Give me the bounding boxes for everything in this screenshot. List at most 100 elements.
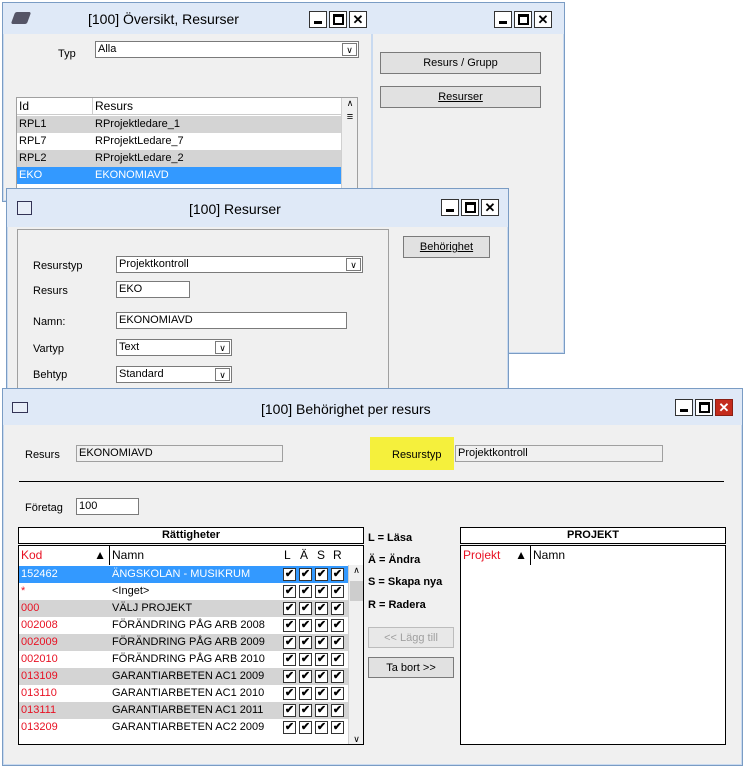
table-row[interactable]: * <Inget> ✔ ✔ ✔ ✔ [19,583,348,600]
checkbox-l-checked[interactable]: ✔ [283,568,296,581]
checkbox-r-checked[interactable]: ✔ [331,653,344,666]
checkbox-a-checked[interactable]: ✔ [299,653,312,666]
checkbox-l-checked[interactable]: ✔ [283,585,296,598]
table-row[interactable]: 002010 FÖRÄNDRING PÅG ARB 2010 ✔ ✔ ✔ ✔ [19,651,348,668]
checkbox-s-checked[interactable]: ✔ [315,670,328,683]
titlebar[interactable]: [100] Resurser ✕ [7,189,508,227]
table-row-selected[interactable]: 152462 ÄNGSKOLAN - MUSIKRUM ✔ ✔ ✔ ✔ [19,566,348,583]
checkbox-r-checked[interactable]: ✔ [331,568,344,581]
typ-dropdown[interactable]: Alla ∨ [95,41,359,58]
col-header-a[interactable]: Ä [298,546,314,565]
checkbox-r-checked[interactable]: ✔ [331,670,344,683]
col-header-resurs[interactable]: Resurs [93,98,341,115]
maximize-button[interactable] [329,11,347,28]
resurser-button[interactable]: Resurser [380,86,541,108]
checkbox-s-checked[interactable]: ✔ [315,602,328,615]
checkbox-s-checked[interactable]: ✔ [315,619,328,632]
behtyp-dropdown[interactable]: Standard ∨ [116,366,232,383]
lagg-till-button[interactable]: << Lägg till [368,627,454,648]
scroll-up-icon[interactable]: ∧ [349,565,363,576]
checkbox-s-checked[interactable]: ✔ [315,585,328,598]
projekt-header-label: Projekt [463,548,501,562]
foretag-field[interactable]: 100 [76,498,139,515]
namn-field[interactable]: EKONOMIAVD [116,312,347,329]
minimize-button[interactable] [309,11,327,28]
table-row[interactable]: RPL2 RProjektLedare_2 [17,150,341,167]
checkbox-l-checked[interactable]: ✔ [283,670,296,683]
scroll-up-icon[interactable]: ∧ [342,98,357,109]
close-button[interactable]: ✕ [534,11,552,28]
checkbox-r-checked[interactable]: ✔ [331,602,344,615]
vartyp-dropdown[interactable]: Text ∨ [116,339,232,356]
checkbox-l-checked[interactable]: ✔ [283,619,296,632]
maximize-button[interactable] [514,11,532,28]
checkbox-r-checked[interactable]: ✔ [331,721,344,734]
checkbox-l-checked[interactable]: ✔ [283,687,296,700]
col-header-s[interactable]: S [315,546,331,565]
resurs-grupp-button[interactable]: Resurs / Grupp [380,52,541,74]
checkbox-s-checked[interactable]: ✔ [315,687,328,700]
table-row[interactable]: 013209 GARANTIARBETEN AC2 2009 ✔ ✔ ✔ ✔ [19,719,348,736]
titlebar[interactable]: [100] Översikt, Resurser ✕ [3,3,372,34]
col-header-r[interactable]: R [331,546,347,565]
col-header-kod[interactable]: Kod ▲ [19,546,110,565]
vertical-scrollbar[interactable]: ∧ ∨ [348,565,363,744]
checkbox-a-checked[interactable]: ✔ [299,585,312,598]
table-row[interactable]: RPL1 RProjektledare_1 [17,116,341,133]
col-header-projekt-namn[interactable]: Namn [531,546,711,565]
checkbox-s-checked[interactable]: ✔ [315,653,328,666]
checkbox-s-checked[interactable]: ✔ [315,704,328,717]
table-row[interactable]: 002009 FÖRÄNDRING PÅG ARB 2009 ✔ ✔ ✔ ✔ [19,634,348,651]
checkbox-a-checked[interactable]: ✔ [299,687,312,700]
checkbox-s-checked[interactable]: ✔ [315,636,328,649]
checkbox-a-checked[interactable]: ✔ [299,619,312,632]
scroll-down-icon[interactable]: ∨ [349,734,363,744]
table-row[interactable]: 013110 GARANTIARBETEN AC1 2010 ✔ ✔ ✔ ✔ [19,685,348,702]
checkbox-s-checked[interactable]: ✔ [315,721,328,734]
scroll-thumb-icon[interactable]: ≡ [342,111,357,123]
checkbox-a-checked[interactable]: ✔ [299,602,312,615]
table-row-selected[interactable]: EKO EKONOMIAVD [17,167,341,184]
table-row[interactable]: 013109 GARANTIARBETEN AC1 2009 ✔ ✔ ✔ ✔ [19,668,348,685]
checkbox-r-checked[interactable]: ✔ [331,619,344,632]
close-button[interactable]: ✕ [481,199,499,216]
checkbox-a-checked[interactable]: ✔ [299,670,312,683]
checkbox-l-checked[interactable]: ✔ [283,653,296,666]
checkbox-a-checked[interactable]: ✔ [299,568,312,581]
titlebar[interactable]: [100] Behörighet per resurs ✕ [3,389,742,425]
checkbox-r-checked[interactable]: ✔ [331,585,344,598]
checkbox-l-checked[interactable]: ✔ [283,636,296,649]
col-header-l[interactable]: L [282,546,298,565]
checkbox-l-checked[interactable]: ✔ [283,602,296,615]
table-row[interactable]: 002008 FÖRÄNDRING PÅG ARB 2008 ✔ ✔ ✔ ✔ [19,617,348,634]
row-namn: FÖRÄNDRING PÅG ARB 2008 [112,619,265,631]
resurs-field[interactable]: EKO [116,281,190,298]
vertical-scrollbar[interactable]: ∧ ≡ [341,98,357,191]
checkbox-s-checked[interactable]: ✔ [315,568,328,581]
ta-bort-button[interactable]: Ta bort >> [368,657,454,678]
close-button[interactable]: ✕ [349,11,367,28]
checkbox-a-checked[interactable]: ✔ [299,636,312,649]
checkbox-a-checked[interactable]: ✔ [299,704,312,717]
col-header-namn[interactable]: Namn [110,546,280,565]
maximize-button[interactable] [461,199,479,216]
checkbox-r-checked[interactable]: ✔ [331,687,344,700]
close-button[interactable]: ✕ [715,399,733,416]
checkbox-r-checked[interactable]: ✔ [331,636,344,649]
minimize-button[interactable] [494,11,512,28]
checkbox-l-checked[interactable]: ✔ [283,721,296,734]
table-row[interactable]: RPL7 RProjektLedare_7 [17,133,341,150]
behorighet-button[interactable]: Behörighet [403,236,490,258]
checkbox-l-checked[interactable]: ✔ [283,704,296,717]
col-header-projekt[interactable]: Projekt ▲ [461,546,531,565]
scroll-thumb[interactable] [350,581,363,601]
maximize-button[interactable] [695,399,713,416]
minimize-button[interactable] [675,399,693,416]
table-row[interactable]: 000 VÄLJ PROJEKT ✔ ✔ ✔ ✔ [19,600,348,617]
checkbox-r-checked[interactable]: ✔ [331,704,344,717]
resurstyp-dropdown[interactable]: Projektkontroll ∨ [116,256,363,273]
col-header-id[interactable]: Id [17,98,93,115]
minimize-button[interactable] [441,199,459,216]
table-row[interactable]: 013111 GARANTIARBETEN AC1 2011 ✔ ✔ ✔ ✔ [19,702,348,719]
checkbox-a-checked[interactable]: ✔ [299,721,312,734]
